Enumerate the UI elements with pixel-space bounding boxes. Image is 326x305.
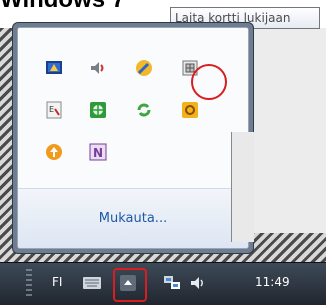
sync-arrows-icon[interactable]: [134, 100, 154, 120]
taskbar-grip[interactable]: [26, 269, 32, 299]
customize-link[interactable]: Mukauta...: [18, 211, 248, 226]
onenote-icon[interactable]: N: [88, 142, 108, 162]
annotation-box: [113, 268, 147, 302]
hidden-icons-area: E N: [18, 28, 248, 188]
security-shield-icon[interactable]: [44, 58, 64, 78]
popup-footer: Mukauta...: [18, 188, 248, 248]
document-tool-icon[interactable]: E: [44, 100, 64, 120]
network-globe-icon[interactable]: [88, 100, 108, 120]
keyboard-icon[interactable]: [82, 271, 102, 295]
annotation-circle: [191, 64, 227, 100]
update-arrow-icon[interactable]: [44, 142, 64, 162]
svg-text:N: N: [93, 146, 103, 160]
notification-area-popup: E N Mukauta...: [12, 22, 254, 254]
taskbar: FI 11:49: [0, 262, 326, 305]
language-indicator[interactable]: FI: [52, 275, 62, 289]
page-heading: Windows 7: [0, 0, 125, 14]
speaker-icon[interactable]: [88, 58, 108, 78]
network-icon[interactable]: [162, 271, 182, 295]
svg-text:E: E: [49, 105, 54, 114]
clock[interactable]: 11:49: [255, 275, 290, 289]
office-app-icon[interactable]: [180, 100, 200, 120]
popup-content: E N Mukauta...: [17, 27, 249, 249]
key-pen-icon[interactable]: [134, 58, 154, 78]
background-window-edge: [231, 132, 254, 242]
volume-icon[interactable]: [188, 271, 208, 295]
